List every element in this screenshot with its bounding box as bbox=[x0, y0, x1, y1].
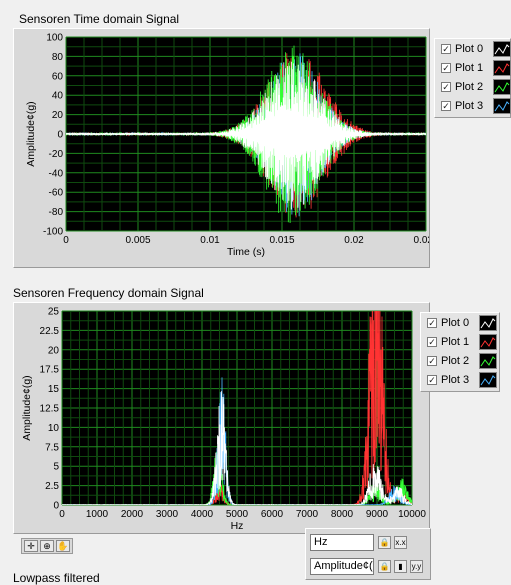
plot-1-style-swatch[interactable] bbox=[479, 334, 497, 350]
plot-3-visible-checkbox[interactable]: ✓ bbox=[441, 101, 451, 111]
x-tick-label: 10000 bbox=[398, 509, 426, 520]
pan-tool-button[interactable]: ✋ bbox=[56, 540, 70, 552]
y-tick-label: 17.5 bbox=[40, 365, 60, 376]
y-tick-label: -100 bbox=[43, 227, 63, 238]
legend-row-plot-1[interactable]: ✓ Plot 1 bbox=[425, 334, 505, 352]
plot-0-visible-checkbox[interactable]: ✓ bbox=[441, 44, 451, 54]
legend-row-plot-3[interactable]: ✓ Plot 3 bbox=[439, 98, 511, 116]
y-tick-label: 100 bbox=[46, 33, 63, 44]
legend-label: Plot 1 bbox=[441, 336, 470, 348]
legend-row-plot-0[interactable]: ✓ Plot 0 bbox=[425, 315, 505, 333]
y-axis-scale-button[interactable]: ▮ bbox=[394, 560, 407, 573]
legend-row-plot-3[interactable]: ✓ Plot 3 bbox=[425, 372, 505, 390]
graph-palette: ✛ ⊕ ✋ bbox=[21, 538, 73, 554]
cursor-tool-button[interactable]: ✛ bbox=[24, 540, 38, 552]
y-tick-label: 15 bbox=[48, 384, 60, 395]
legend-label: Plot 2 bbox=[455, 81, 484, 93]
x-tick-label: 0 bbox=[63, 235, 69, 246]
y-axis-label: Amplitude¢(g) bbox=[21, 375, 33, 440]
x-tick-label: 5000 bbox=[226, 509, 249, 520]
x-axis-name-field[interactable]: Hz bbox=[310, 534, 374, 551]
plot-1-visible-checkbox[interactable]: ✓ bbox=[441, 63, 451, 73]
legend-label: Plot 3 bbox=[441, 374, 470, 386]
plot-1-style-swatch[interactable] bbox=[493, 60, 511, 76]
legend-label: Plot 0 bbox=[455, 43, 484, 55]
y-tick-label: 0 bbox=[57, 130, 63, 141]
x-tick-label: 0.005 bbox=[125, 235, 150, 246]
x-tick-label: 0.02 bbox=[344, 235, 364, 246]
x-tick-label: 7000 bbox=[296, 509, 319, 520]
y-axis-label: Amplitude¢(g) bbox=[25, 101, 37, 166]
frequency-graph-legend: ✓ Plot 0 ✓ Plot 1 ✓ Plot 2 ✓ Plot 3 bbox=[420, 312, 500, 392]
plot-2-style-swatch[interactable] bbox=[493, 79, 511, 95]
y-tick-label: -20 bbox=[49, 149, 64, 160]
y-tick-label: 5 bbox=[53, 462, 59, 473]
plot-3-style-swatch[interactable] bbox=[493, 98, 511, 114]
zoom-tool-button[interactable]: ⊕ bbox=[40, 540, 54, 552]
plot-1-visible-checkbox[interactable]: ✓ bbox=[427, 337, 437, 347]
y-tick-label: -40 bbox=[49, 168, 64, 179]
plot-3-visible-checkbox[interactable]: ✓ bbox=[427, 375, 437, 385]
x-axis-format-button[interactable]: x.x bbox=[394, 536, 407, 549]
time-graph-title: Sensoren Time domain Signal bbox=[19, 12, 180, 26]
x-tick-label: 2000 bbox=[121, 509, 144, 520]
plot-2-style-swatch[interactable] bbox=[479, 353, 497, 369]
x-tick-label: 0.015 bbox=[269, 235, 294, 246]
time-graph-legend: ✓ Plot 0 ✓ Plot 1 ✓ Plot 2 ✓ Plot 3 bbox=[434, 38, 511, 118]
legend-row-plot-1[interactable]: ✓ Plot 1 bbox=[439, 60, 511, 78]
plot-3-style-swatch[interactable] bbox=[479, 372, 497, 388]
x-tick-label: 8000 bbox=[331, 509, 354, 520]
plot-0-visible-checkbox[interactable]: ✓ bbox=[427, 318, 437, 328]
x-tick-label: 6000 bbox=[261, 509, 284, 520]
plot-2-visible-checkbox[interactable]: ✓ bbox=[427, 356, 437, 366]
y-axis-lock-button[interactable]: 🔒 bbox=[378, 560, 391, 573]
x-tick-label: 0 bbox=[59, 509, 65, 520]
x-axis-label: Time (s) bbox=[227, 246, 265, 258]
legend-label: Plot 0 bbox=[441, 317, 470, 329]
x-axis-lock-button[interactable]: 🔒 bbox=[378, 536, 391, 549]
plot-2-visible-checkbox[interactable]: ✓ bbox=[441, 82, 451, 92]
y-axis-name-field[interactable]: Amplitude¢( bbox=[310, 558, 374, 575]
x-axis-label: Hz bbox=[231, 520, 244, 532]
y-tick-label: 20 bbox=[52, 110, 64, 121]
y-tick-label: 22.5 bbox=[40, 326, 60, 337]
x-tick-label: 3000 bbox=[156, 509, 179, 520]
x-tick-label: 1000 bbox=[86, 509, 109, 520]
frequency-graph-title: Sensoren Frequency domain Signal bbox=[13, 286, 204, 300]
y-tick-label: 2.5 bbox=[45, 481, 59, 492]
y-tick-label: 25 bbox=[48, 307, 60, 318]
plot-0-style-swatch[interactable] bbox=[479, 315, 497, 331]
plot-0-style-swatch[interactable] bbox=[493, 41, 511, 57]
frequency-graph-panel: 0 1000 2000 3000 4000 5000 6000 7000 8000 9000 100… bbox=[13, 302, 430, 534]
y-tick-label: 12.5 bbox=[40, 404, 60, 415]
x-tick-label: 0.025 bbox=[413, 235, 429, 246]
legend-label: Plot 3 bbox=[455, 100, 484, 112]
y-tick-label: 0 bbox=[53, 501, 59, 512]
y-tick-label: 40 bbox=[52, 91, 64, 102]
frequency-domain-chart[interactable]: 0 1000 2000 3000 4000 5000 6000 7000 8000 9000 100… bbox=[14, 303, 429, 533]
x-tick-label: 9000 bbox=[366, 509, 389, 520]
x-tick-label: 4000 bbox=[191, 509, 214, 520]
legend-row-plot-0[interactable]: ✓ Plot 0 bbox=[439, 41, 511, 59]
y-tick-label: 80 bbox=[52, 52, 64, 63]
legend-label: Plot 2 bbox=[441, 355, 470, 367]
y-tick-label: -80 bbox=[49, 207, 64, 218]
y-tick-label: 20 bbox=[48, 345, 60, 356]
y-tick-label: 60 bbox=[52, 71, 64, 82]
y-tick-label: -60 bbox=[49, 188, 64, 199]
y-tick-label: 7.5 bbox=[45, 442, 59, 453]
y-axis-format-button[interactable]: y.y bbox=[410, 560, 423, 573]
scale-legend: Hz 🔒 x.x Amplitude¢( 🔒 ▮ y.y bbox=[305, 528, 431, 580]
time-domain-chart[interactable]: 0 0.005 0.01 0.015 0.02 0.025 -100 -80 -60 -40 -20… bbox=[14, 29, 429, 267]
y-tick-label: 10 bbox=[48, 423, 60, 434]
legend-row-plot-2[interactable]: ✓ Plot 2 bbox=[439, 79, 511, 97]
legend-row-plot-2[interactable]: ✓ Plot 2 bbox=[425, 353, 505, 371]
time-graph-panel: 0 0.005 0.01 0.015 0.02 0.025 -100 -80 -60 -40 -20… bbox=[13, 28, 430, 268]
legend-label: Plot 1 bbox=[455, 62, 484, 74]
x-tick-label: 0.01 bbox=[200, 235, 220, 246]
